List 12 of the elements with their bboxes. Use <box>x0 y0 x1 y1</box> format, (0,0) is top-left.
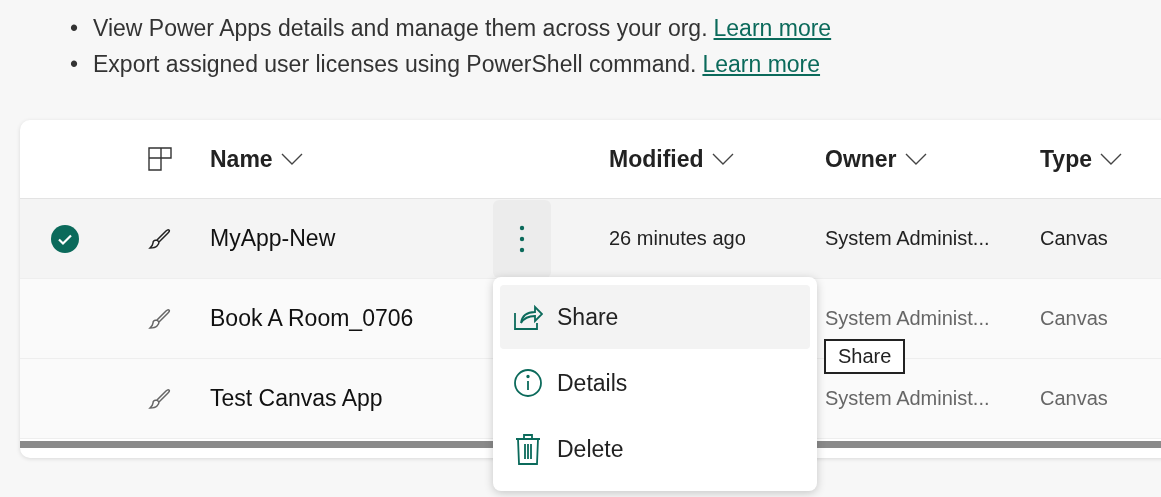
table-cell: System Administ... <box>825 227 990 249</box>
table-cell: System Administ... <box>825 307 990 329</box>
table-cell: Canvas <box>1040 227 1108 249</box>
bullet: • <box>70 14 80 43</box>
table-cell: System Administ... <box>825 387 990 409</box>
bullet: • <box>70 50 80 79</box>
info-text: View Power Apps details and manage them across your org. <box>93 14 708 43</box>
table-cell: Canvas <box>1040 307 1108 329</box>
info-text: Export assigned user licenses using PowerShell command. <box>93 50 697 79</box>
table-cell: 26 minutes ago <box>609 227 746 249</box>
table-cell: Canvas <box>1040 387 1108 409</box>
tooltip: Share <box>824 339 906 374</box>
